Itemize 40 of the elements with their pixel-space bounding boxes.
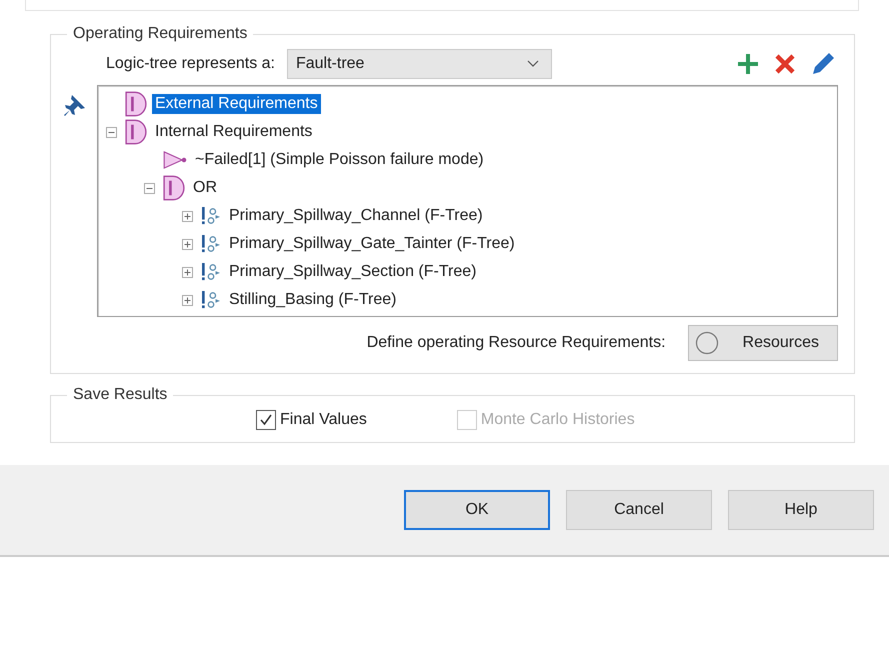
and-gate-icon <box>162 175 186 201</box>
checkbox[interactable] <box>256 410 276 430</box>
triangle-event-icon <box>162 150 188 170</box>
tree-node[interactable]: ~Failed[1] (Simple Poisson failure mode) <box>192 150 487 170</box>
edit-icon[interactable] <box>810 51 836 77</box>
checkbox-option[interactable]: Final Values <box>256 410 367 430</box>
pin-icon[interactable] <box>63 93 87 117</box>
group-title: Operating Requirements <box>72 25 248 43</box>
linked-tree-icon <box>200 262 222 282</box>
logic-tree-label: Logic-tree represents a: <box>106 55 275 73</box>
delete-icon[interactable] <box>774 53 796 75</box>
expander-icon[interactable] <box>182 294 193 306</box>
tree-node[interactable]: External Requirements <box>152 94 321 114</box>
tree-node[interactable]: Primary_Spillway_Section (F-Tree) <box>226 262 480 282</box>
linked-tree-icon <box>200 234 222 254</box>
linked-tree-icon <box>200 290 222 310</box>
linked-tree-icon <box>200 206 222 226</box>
expander-icon[interactable] <box>106 126 117 138</box>
logic-tree-dropdown[interactable]: Fault-tree <box>286 49 552 79</box>
tree-node[interactable]: Primary_Spillway_Channel (F-Tree) <box>226 206 486 226</box>
tree-node[interactable]: Primary_Spillway_Gate_Tainter (F-Tree) <box>226 234 518 254</box>
dialog-button[interactable]: OK <box>404 490 550 530</box>
tree-node[interactable]: Internal Requirements <box>152 122 316 142</box>
chevron-down-icon <box>526 60 539 68</box>
dialog-button[interactable]: Cancel <box>566 490 712 530</box>
tree-node[interactable]: Stilling_Basing (F-Tree) <box>226 290 400 310</box>
dialog-button[interactable]: Help <box>728 490 874 530</box>
checkmark-icon <box>258 412 274 428</box>
expander-icon[interactable] <box>144 182 155 194</box>
resources-button[interactable]: Resources <box>688 325 838 361</box>
expander-icon[interactable] <box>182 266 193 278</box>
group-title: Save Results <box>72 386 168 404</box>
expander-icon[interactable] <box>182 238 193 250</box>
expander-icon[interactable] <box>182 210 193 222</box>
and-gate-icon <box>124 119 148 145</box>
and-gate-icon <box>124 91 148 117</box>
tree-node[interactable]: OR <box>190 178 220 198</box>
resources-label: Define operating Resource Requirements: <box>366 334 666 352</box>
circle-icon <box>694 331 719 355</box>
add-icon[interactable] <box>736 52 760 76</box>
